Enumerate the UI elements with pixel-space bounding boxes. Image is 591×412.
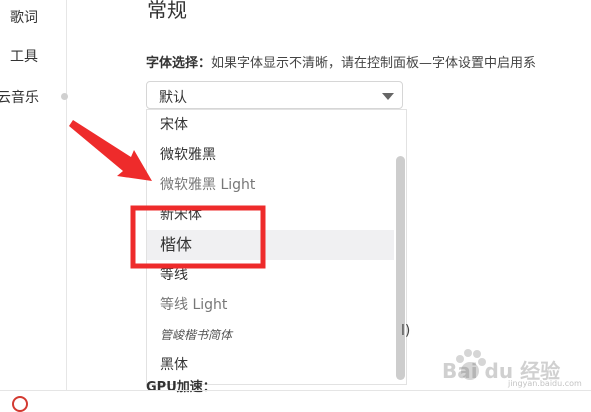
scroll-indicator-dot [61, 93, 68, 100]
gpu-acceleration-label: GPU加速： [146, 380, 216, 395]
sidebar-item-lyrics[interactable]: 歌词 [10, 7, 38, 27]
section-title: 常规 [147, 0, 187, 22]
font-setting-hint: 如果字体显示不清晰，请在控制面板—字体设置中启用系 [211, 56, 537, 71]
app-logo-icon [12, 396, 28, 412]
settings-sidebar: 歌词 工具 云音乐 [0, 0, 68, 390]
chevron-down-icon[interactable] [382, 93, 394, 100]
baidu-watermark: Bai du 经验 jingyan.baidu.com [442, 343, 585, 391]
font-option-kaiti[interactable]: 楷体 [147, 230, 394, 260]
font-option-xinsongti[interactable]: 新宋体 [147, 200, 394, 230]
sidebar-item-cloud-music[interactable]: 云音乐 [0, 87, 39, 107]
font-option-yahei-light[interactable]: 微软雅黑 Light [147, 170, 394, 200]
font-select-value: 默认 [159, 90, 187, 106]
watermark-url: jingyan.baidu.com [508, 379, 582, 388]
font-setting-label: 字体选择： [146, 56, 212, 71]
font-setting-row: 字体选择：如果字体显示不清晰，请在控制面板—字体设置中启用系 [146, 52, 536, 71]
font-option-yahei-light-label: 微软雅黑 Light [160, 177, 256, 193]
font-option-songti[interactable]: 宋体 [147, 110, 394, 140]
font-option-dengxian[interactable]: 等线 [147, 260, 394, 290]
font-option-yahei[interactable]: 微软雅黑 [147, 140, 394, 170]
font-option-dengxian-light-label: 等线 Light [160, 297, 228, 313]
font-select[interactable]: 默认 [146, 81, 403, 109]
annotation-arrow-icon [69, 120, 152, 181]
font-option-guanjun-kaishu[interactable]: 管峻楷书简体 [147, 320, 394, 350]
font-option-dengxian-light[interactable]: 等线 Light [147, 290, 394, 320]
obscured-setting-text: l) [401, 323, 411, 339]
font-dropdown-list[interactable]: 宋体 微软雅黑 微软雅黑 Light 新宋体 楷体 等线 等线 Light 管峻… [146, 109, 407, 385]
sidebar-item-tools[interactable]: 工具 [10, 46, 38, 66]
dropdown-scrollbar-thumb[interactable] [396, 156, 405, 380]
